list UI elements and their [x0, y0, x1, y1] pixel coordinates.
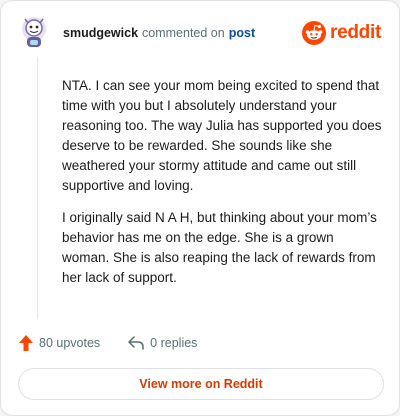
- reddit-logo[interactable]: reddit: [302, 21, 381, 45]
- comment-body: NTA. I can see your mom being excited to…: [62, 76, 382, 300]
- upvote-arrow-icon: [19, 335, 33, 351]
- reddit-wordmark: reddit: [330, 22, 381, 43]
- post-link[interactable]: post: [229, 26, 255, 40]
- view-more-button[interactable]: View more on Reddit: [18, 368, 384, 400]
- upvote-count: 80 upvotes: [39, 336, 101, 350]
- comment-paragraph: NTA. I can see your mom being excited to…: [62, 78, 382, 193]
- comment-embed-card: smudgewick commented on post reddit NTA.…: [0, 0, 400, 416]
- username[interactable]: smudgewick: [63, 26, 138, 40]
- comment-header: smudgewick commented on post: [19, 15, 255, 51]
- comment-meta: smudgewick commented on post: [63, 26, 255, 40]
- comment-actions: 80 upvotes 0 replies: [19, 335, 197, 351]
- comment-paragraph: I originally said N A H, but thinking ab…: [62, 210, 377, 285]
- reddit-snoo-icon: [302, 21, 327, 45]
- user-avatar[interactable]: [19, 15, 49, 51]
- thread-line: [37, 57, 38, 319]
- action-text: commented on: [142, 26, 225, 40]
- reply-arrow-icon: [128, 336, 144, 350]
- reply-button[interactable]: 0 replies: [128, 336, 197, 350]
- upvote-button[interactable]: 80 upvotes: [19, 335, 100, 351]
- reply-count: 0 replies: [150, 336, 198, 350]
